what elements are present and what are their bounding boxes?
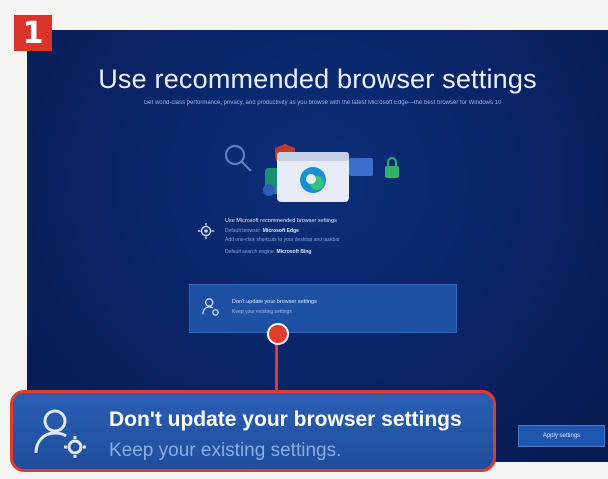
- edge-logo-icon: [300, 167, 326, 193]
- gear-icon: [64, 436, 86, 458]
- option-keep-subtitle: Keep your existing settings: [232, 309, 292, 315]
- option-recommended-search-engine: Default search engine: Microsoft Bing: [225, 249, 312, 255]
- option-keep-title: Don't update your browser settings: [232, 299, 317, 305]
- page-title: Use recommended browser settings: [98, 64, 537, 94]
- lock-icon: [385, 157, 399, 178]
- browser-illustration: [224, 144, 399, 202]
- callout-subtitle: Keep your existing settings.: [109, 440, 342, 461]
- gear-icon: [197, 222, 215, 240]
- option-recommended-settings[interactable]: Use Microsoft recommended browser settin…: [197, 218, 457, 278]
- person-gear-icon: [34, 409, 86, 458]
- option-recommended-default-browser: Default browser: Microsoft Edge: [225, 228, 299, 234]
- apply-settings-button[interactable]: Apply settings: [518, 425, 605, 447]
- search-icon: [224, 144, 252, 172]
- callout-pointer-dot: [267, 323, 289, 345]
- person-gear-icon: [202, 298, 219, 316]
- option-keep-settings[interactable]: Don't update your browser settings Keep …: [189, 284, 457, 333]
- step-number-badge: 1: [14, 15, 52, 51]
- callout-title: Don't update your browser settings: [109, 408, 462, 431]
- option-recommended-shortcuts: Add one-click shortcuts to your desktop …: [225, 237, 340, 243]
- zoomed-callout: Don't update your browser settings Keep …: [10, 390, 496, 472]
- option-recommended-title: Use Microsoft recommended browser settin…: [225, 218, 337, 224]
- page-subtitle: Get world-class performance, privacy, an…: [143, 100, 502, 106]
